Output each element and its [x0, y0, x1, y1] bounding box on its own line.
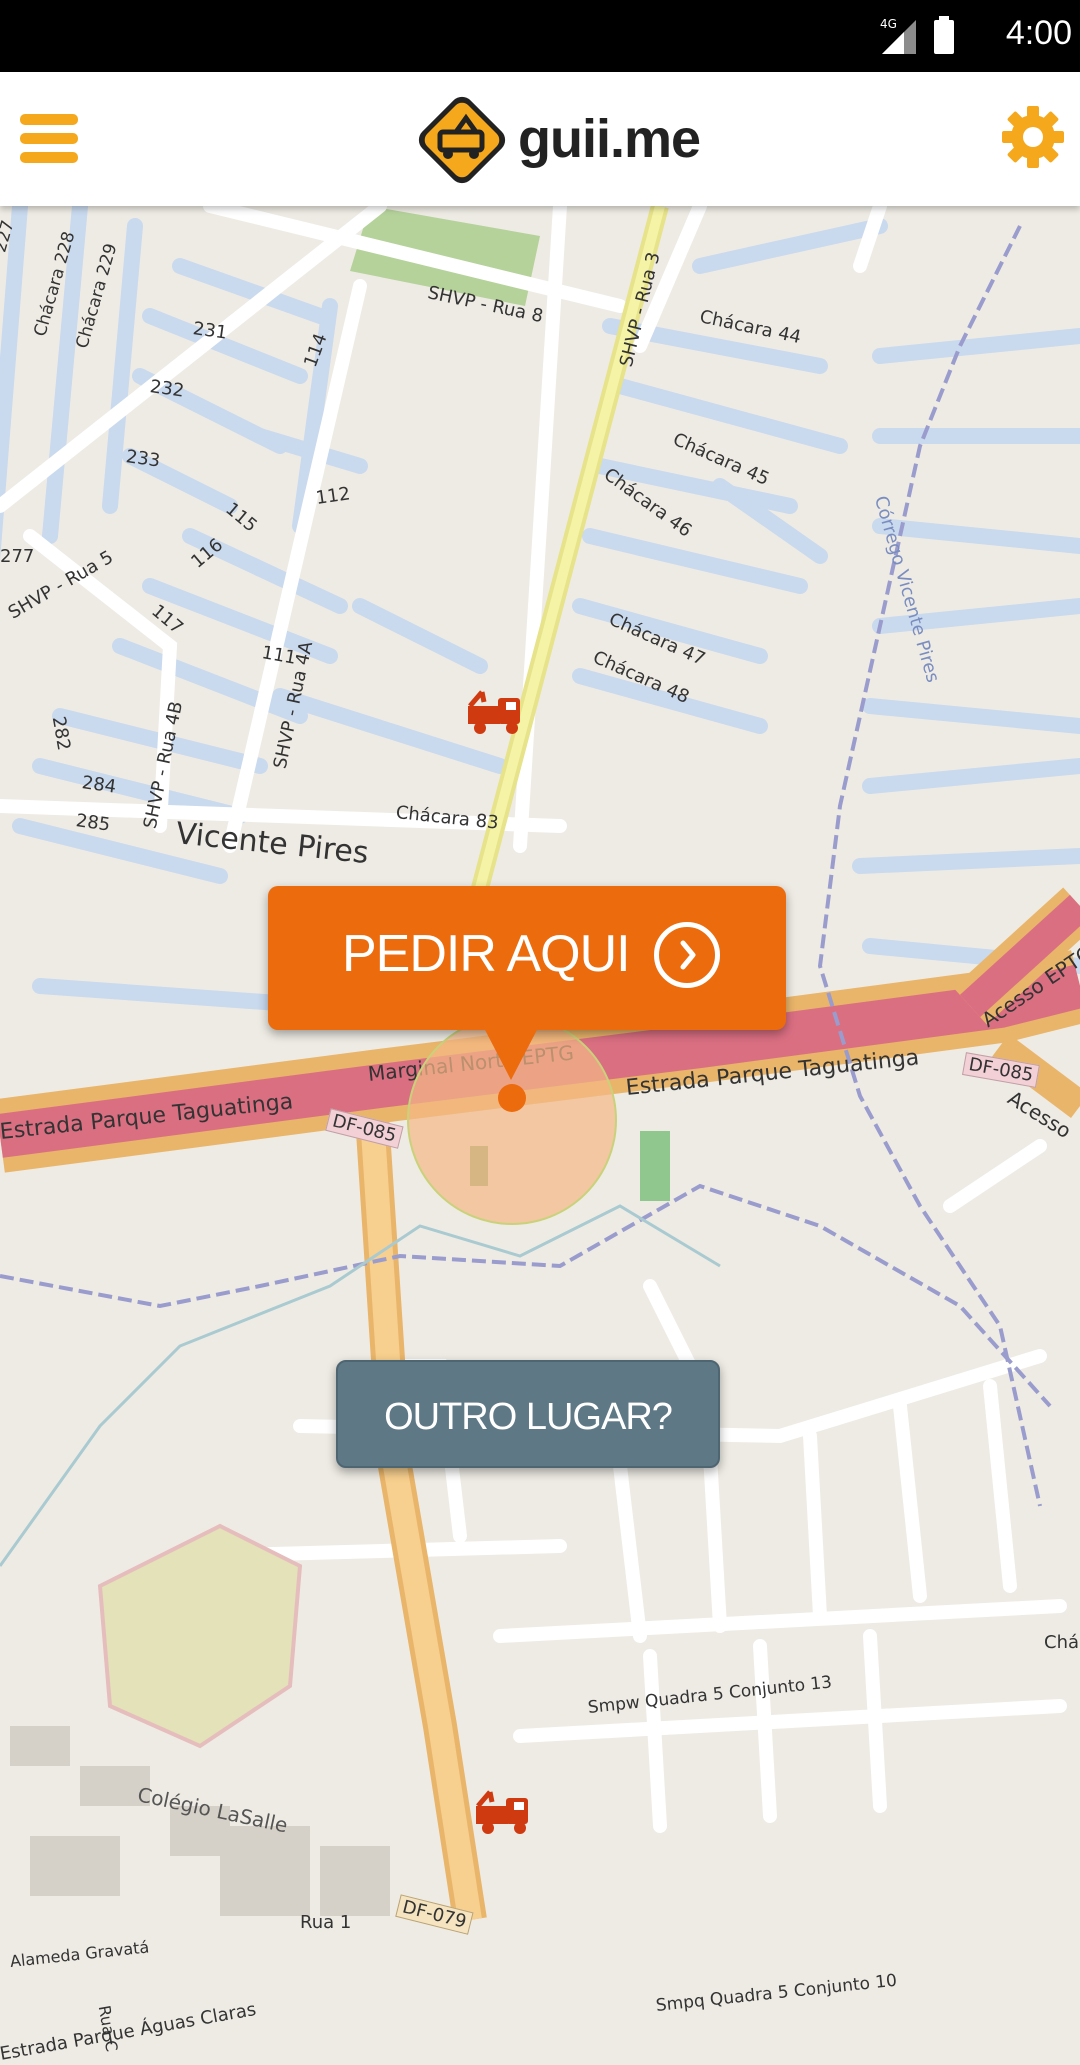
request-here-button[interactable]: PEDIR AQUI — [268, 886, 786, 1080]
network-type: 4G — [880, 17, 897, 31]
other-location-button[interactable]: OUTRO LUGAR? — [336, 1360, 720, 1468]
map-label: Estrada Parque Águas Claras — [0, 1999, 258, 2065]
hamburger-menu-icon[interactable] — [18, 108, 80, 170]
status-time: 4:00 — [1005, 14, 1072, 52]
request-here-label: PEDIR AQUI — [342, 925, 631, 983]
status-icons: 4G — [880, 14, 970, 63]
callout-pointer — [483, 1026, 539, 1080]
chevron-right-icon — [654, 922, 720, 988]
tow-truck-logo-icon — [418, 96, 506, 184]
logo-text: guii.me — [518, 109, 701, 169]
other-location-label: OUTRO LUGAR? — [384, 1396, 673, 1438]
gear-icon[interactable] — [1000, 104, 1066, 170]
map-label: 277 — [0, 546, 35, 567]
app-logo: guii.me — [410, 88, 701, 192]
map-view[interactable]: Chácara 228 Chácara 229 227 231 232 233 … — [0, 198, 1080, 2065]
battery-icon — [934, 20, 954, 54]
map-label: Smpq Quadra 5 Conjunto 10 — [654, 1970, 898, 2016]
location-pin-dot — [498, 1084, 526, 1112]
map-label: Rua 1 — [300, 1912, 352, 1933]
app-bar: guii.me — [0, 72, 1080, 206]
tow-truck-marker-icon[interactable] — [474, 1790, 538, 1836]
map-label: Alameda Gravatá — [9, 1937, 151, 1971]
tow-truck-marker-icon[interactable] — [466, 690, 530, 736]
status-bar: 4G 4:00 — [0, 0, 1080, 72]
map-label: Chá — [1044, 1632, 1080, 1653]
